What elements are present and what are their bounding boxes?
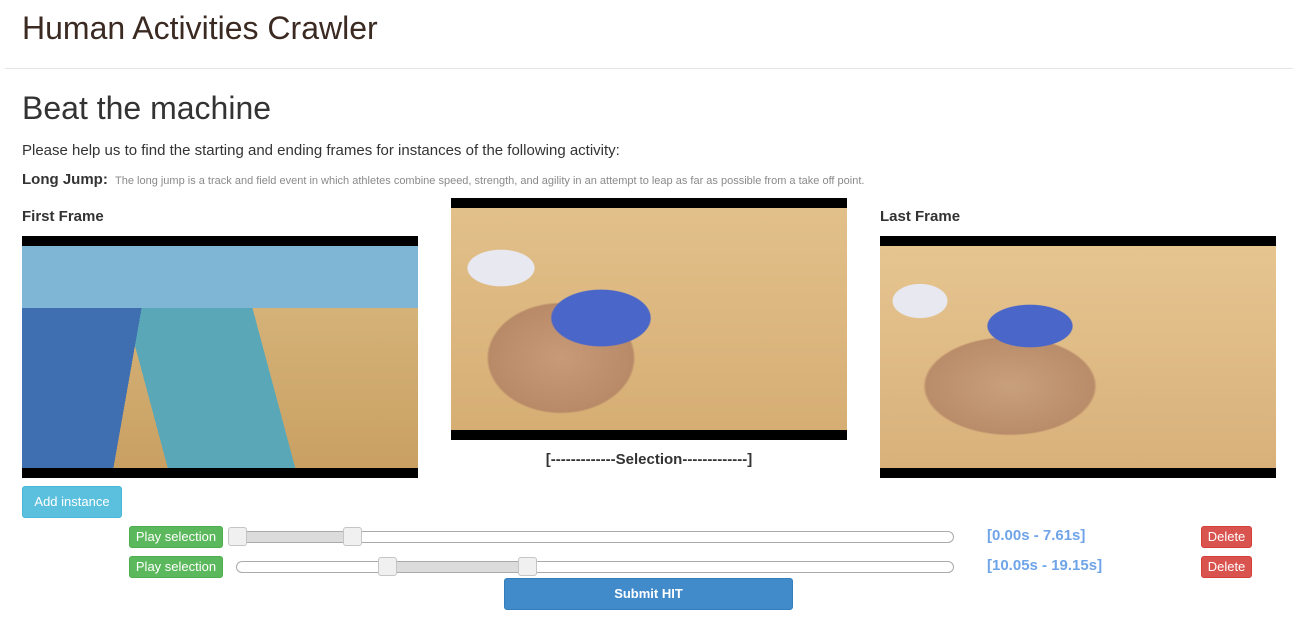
selection-label: [-------------Selection-------------] (545, 451, 753, 468)
activity-definition: The long jump is a track and field event… (115, 175, 865, 187)
last-frame-label: Last Frame (880, 208, 961, 225)
range-slider[interactable] (236, 557, 954, 576)
first-frame-image (22, 236, 418, 478)
slider-start-handle[interactable] (378, 557, 398, 576)
slider-start-handle[interactable] (228, 527, 247, 546)
activity-description: Long Jump: The long jump is a track and … (22, 171, 864, 188)
activity-name: Long Jump: (22, 171, 108, 188)
slider-end-handle[interactable] (517, 557, 537, 576)
page-heading: Beat the machine (22, 90, 272, 126)
app-title[interactable]: Human Activities Crawler (22, 10, 378, 47)
selection-range-text: [0.00s - 7.61s] (987, 527, 1086, 544)
play-selection-button[interactable]: Play selection (129, 556, 223, 578)
delete-button[interactable]: Delete (1201, 526, 1252, 548)
delete-button[interactable]: Delete (1201, 556, 1252, 578)
selection-video[interactable] (451, 198, 847, 440)
first-frame-label: First Frame (22, 208, 104, 225)
slider-range (387, 562, 527, 572)
navbar-divider (5, 68, 1293, 69)
slider-end-handle[interactable] (342, 527, 362, 546)
play-selection-button[interactable]: Play selection (129, 526, 223, 548)
selection-range-text: [10.05s - 19.15s] (987, 557, 1103, 574)
slider-range (237, 532, 352, 542)
add-instance-button[interactable]: Add instance (22, 486, 122, 518)
last-frame-image (880, 236, 1276, 478)
instructions-text: Please help us to find the starting and … (22, 142, 620, 159)
submit-hit-button[interactable]: Submit HIT (504, 578, 793, 610)
range-slider[interactable] (228, 527, 954, 546)
navbar: Human Activities Crawler (0, 0, 1298, 70)
